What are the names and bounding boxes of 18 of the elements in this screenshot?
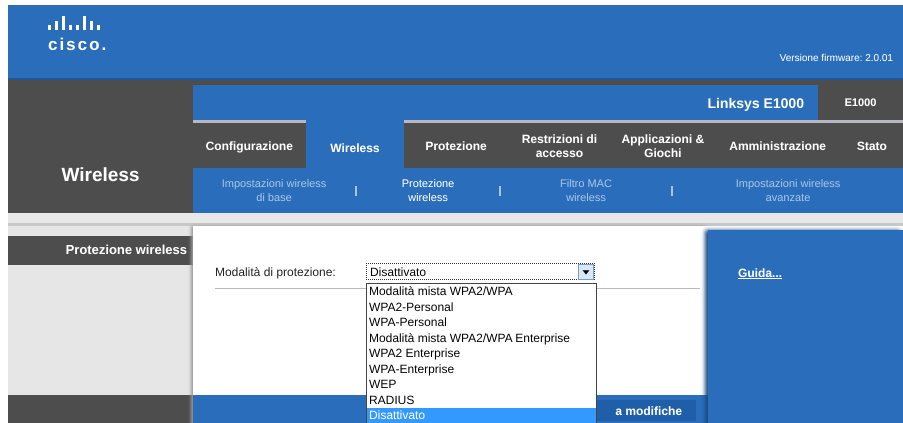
sub-tab[interactable]: Protezione wireless (357, 176, 499, 204)
nav-tab[interactable]: Amministrazione (714, 123, 841, 168)
section-title: Wireless (62, 165, 140, 187)
mode-select[interactable]: Disattivato (366, 263, 595, 280)
help-link[interactable]: Guida... (738, 266, 782, 280)
logo-text: cisco. (48, 35, 108, 55)
model-name: Linksys E1000 (193, 85, 818, 120)
nav-tab[interactable]: Wireless (306, 120, 404, 168)
nav-tab[interactable]: Protezione (404, 123, 508, 168)
nav-tab[interactable]: Applicazioni & Giochi (611, 123, 715, 168)
sidebar-title: Protezione wireless (8, 236, 193, 265)
firmware-version: Versione firmware: 2.0.01 (780, 53, 893, 64)
field-label: Modalità di protezione: (215, 264, 337, 278)
caret-icon (578, 264, 594, 280)
nav-tab[interactable]: Configurazione (193, 123, 306, 168)
model-code: E1000 (844, 96, 878, 110)
nav-tab[interactable]: Restrizioni di accesso (508, 123, 612, 168)
nav-tab[interactable]: Stato (840, 123, 903, 168)
